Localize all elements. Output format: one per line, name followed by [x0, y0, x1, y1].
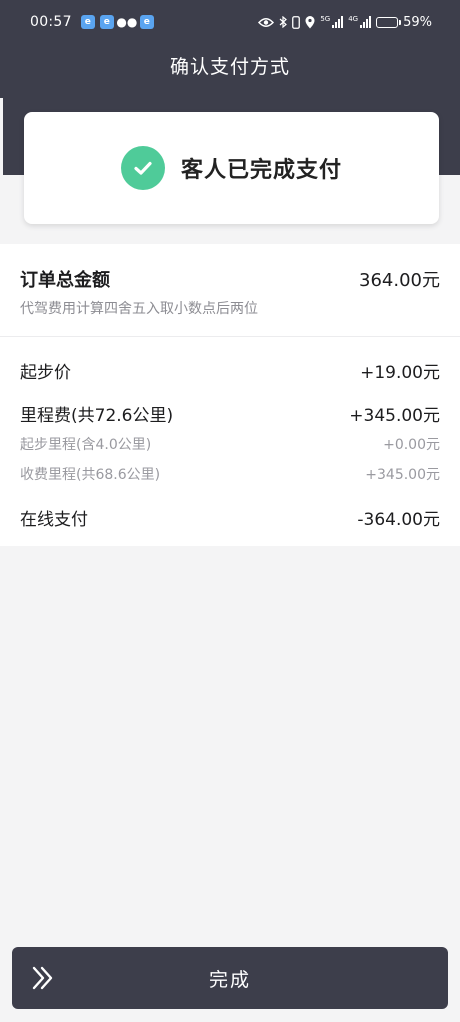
status-bar-right: 5G 4G 59%: [258, 15, 432, 30]
fee-label: 起步里程(含4.0公里): [20, 437, 152, 453]
status-time: 00:57: [30, 14, 72, 30]
check-circle-icon: [120, 146, 165, 190]
eye-icon: [258, 17, 275, 27]
location-icon: [305, 15, 315, 28]
browser-icon: e: [139, 15, 154, 29]
phone-icon: [292, 15, 301, 29]
wechat-icon: ●●: [116, 15, 138, 29]
bluetooth-icon: [279, 16, 288, 28]
signal-4g-icon: 4G: [348, 15, 372, 28]
divider: [0, 336, 460, 337]
order-total-label: 订单总金额: [20, 270, 110, 291]
status-bar-left: 00:57 e e ●● e: [30, 14, 154, 30]
order-total-row: 订单总金额 364.00元: [20, 266, 440, 292]
double-chevron-right-icon: [32, 966, 53, 990]
fee-value: -364.00元: [357, 510, 440, 530]
header-edge: [0, 98, 3, 175]
battery-icon: [376, 16, 402, 28]
fee-row-online-payment: 在线支付 -364.00元: [20, 505, 440, 530]
battery-percent: 59%: [403, 14, 432, 30]
fee-value: +0.00元: [383, 437, 440, 453]
browser-icon: e: [80, 15, 95, 29]
fee-label: 起步价: [20, 363, 71, 383]
fee-value: +19.00元: [360, 363, 440, 383]
fee-row-base-price: 起步价 +19.00元: [20, 358, 440, 383]
signal-tag-4g: 4G: [348, 15, 359, 23]
signal-tag-5g: 5G: [320, 15, 331, 23]
fee-value: +345.00元: [349, 406, 440, 426]
order-detail-panel: 订单总金额 364.00元 代驾费用计算四舍五入取小数点后两位 起步价 +19.…: [0, 244, 460, 546]
signal-5g-icon: 5G: [320, 15, 344, 28]
payment-status-card: 客人已完成支付: [24, 112, 439, 224]
order-total-value: 364.00元: [359, 270, 440, 291]
rounding-note: 代驾费用计算四舍五入取小数点后两位: [20, 301, 258, 317]
fee-row-mileage: 里程费(共72.6公里) +345.00元: [20, 401, 440, 426]
payment-status-text: 客人已完成支付: [180, 158, 342, 183]
fee-label: 收费里程(共68.6公里): [20, 467, 161, 483]
page-title: 确认支付方式: [169, 56, 290, 78]
browser-icon: e: [99, 15, 114, 29]
fee-label: 在线支付: [20, 510, 88, 530]
status-bar: 00:57 e e ●● e 5G 4G 59%: [0, 0, 460, 44]
fee-label: 里程费(共72.6公里): [20, 406, 174, 426]
fee-row-base-mileage: 起步里程(含4.0公里) +0.00元: [20, 434, 440, 454]
fee-value: +345.00元: [365, 467, 440, 483]
complete-button[interactable]: 完成: [12, 947, 448, 1009]
fee-row-charged-mileage: 收费里程(共68.6公里) +345.00元: [20, 464, 440, 484]
complete-button-label: 完成: [208, 968, 251, 991]
